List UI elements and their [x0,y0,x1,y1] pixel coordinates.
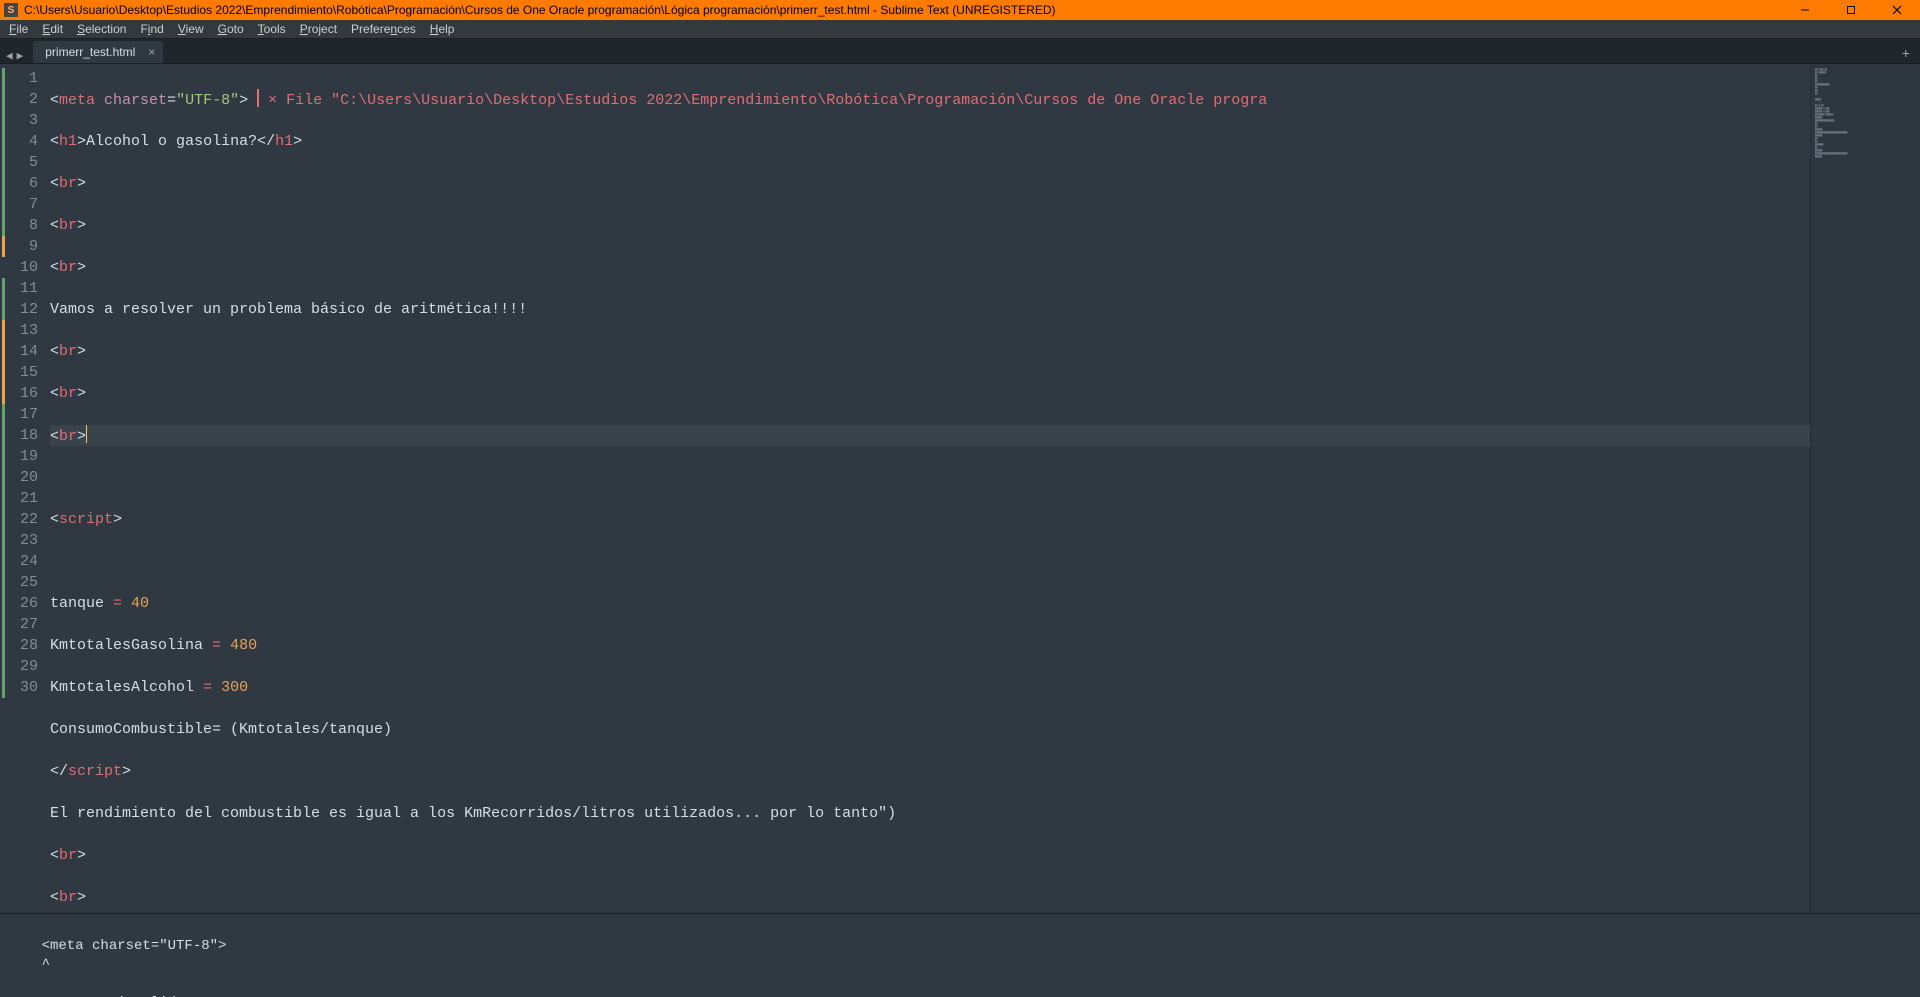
line-number[interactable]: 22 [4,509,38,530]
build-output-panel[interactable]: <meta charset="UTF-8"> ^ SyntaxError: in… [0,913,1920,997]
line-number[interactable]: 26 [4,593,38,614]
menu-preferences[interactable]: Preferences [344,20,423,38]
tab-bar: ◀ ▶ primerr_test.html × + [0,38,1920,64]
menubar: File Edit Selection Find View Goto Tools… [0,20,1920,38]
line-number[interactable]: 24 [4,551,38,572]
editor: 1234567891011121314151617181920212223242… [0,64,1920,913]
menu-edit[interactable]: Edit [35,20,70,38]
line-number[interactable]: 18 [4,425,38,446]
tab-nav-back-icon[interactable]: ◀ [6,49,13,63]
line-number[interactable]: 20 [4,467,38,488]
code-area[interactable]: <meta charset="UTF-8"> × File "C:\Users\… [46,64,1810,913]
line-number[interactable]: 12 [4,299,38,320]
window-title: C:\Users\Usuario\Desktop\Estudios 2022\E… [24,3,1782,17]
line-number[interactable]: 4 [4,131,38,152]
line-number[interactable]: 16 [4,383,38,404]
text-cursor [86,425,87,443]
tab-nav-fwd-icon[interactable]: ▶ [17,49,24,63]
line-number[interactable]: 1 [4,68,38,89]
line-number[interactable]: 3 [4,110,38,131]
app-icon: S [4,3,18,17]
inline-error-overlay: × File "C:\Users\Usuario\Desktop\Estudio… [268,92,1267,109]
line-number[interactable]: 25 [4,572,38,593]
line-number[interactable]: 30 [4,677,38,698]
console-line: <meta charset="UTF-8"> [8,938,226,954]
line-number[interactable]: 15 [4,362,38,383]
line-number[interactable]: 13 [4,320,38,341]
line-number[interactable]: 27 [4,614,38,635]
line-number[interactable]: 28 [4,635,38,656]
minimize-button[interactable] [1782,0,1828,20]
line-number[interactable]: 14 [4,341,38,362]
menu-tools[interactable]: Tools [251,20,293,38]
line-number[interactable]: 21 [4,488,38,509]
menu-project[interactable]: Project [293,20,344,38]
maximize-button[interactable] [1828,0,1874,20]
new-tab-button[interactable]: + [1892,47,1920,63]
line-number[interactable]: 29 [4,656,38,677]
titlebar[interactable]: S C:\Users\Usuario\Desktop\Estudios 2022… [0,0,1920,20]
menu-view[interactable]: View [171,20,211,38]
tab-nav-arrows: ◀ ▶ [0,49,29,63]
line-number[interactable]: 9 [4,236,38,257]
minimap[interactable]: ███ ███ ██ ██ ██████ ██ ██ ██ ██████████… [1810,64,1920,913]
tab-close-icon[interactable]: × [148,45,155,59]
line-number[interactable]: 5 [4,152,38,173]
app-window: S C:\Users\Usuario\Desktop\Estudios 2022… [0,0,1920,997]
tab-primerr-test[interactable]: primerr_test.html × [33,41,163,63]
line-gutter[interactable]: 1234567891011121314151617181920212223242… [0,64,46,913]
menu-goto[interactable]: Goto [211,20,251,38]
close-button[interactable] [1874,0,1920,20]
line-number[interactable]: 7 [4,194,38,215]
menu-selection[interactable]: Selection [70,20,133,38]
console-line: ^ [8,957,50,973]
line-number[interactable]: 19 [4,446,38,467]
line-number[interactable]: 2 [4,89,38,110]
line-number[interactable]: 6 [4,173,38,194]
line-number[interactable]: 17 [4,404,38,425]
menu-find[interactable]: Find [133,20,170,38]
line-number[interactable]: 8 [4,215,38,236]
window-controls [1782,0,1920,20]
line-number[interactable]: 23 [4,530,38,551]
menu-file[interactable]: File [2,20,35,38]
line-number[interactable]: 11 [4,278,38,299]
tab-label: primerr_test.html [45,45,135,59]
menu-help[interactable]: Help [423,20,462,38]
line-number[interactable]: 10 [4,257,38,278]
